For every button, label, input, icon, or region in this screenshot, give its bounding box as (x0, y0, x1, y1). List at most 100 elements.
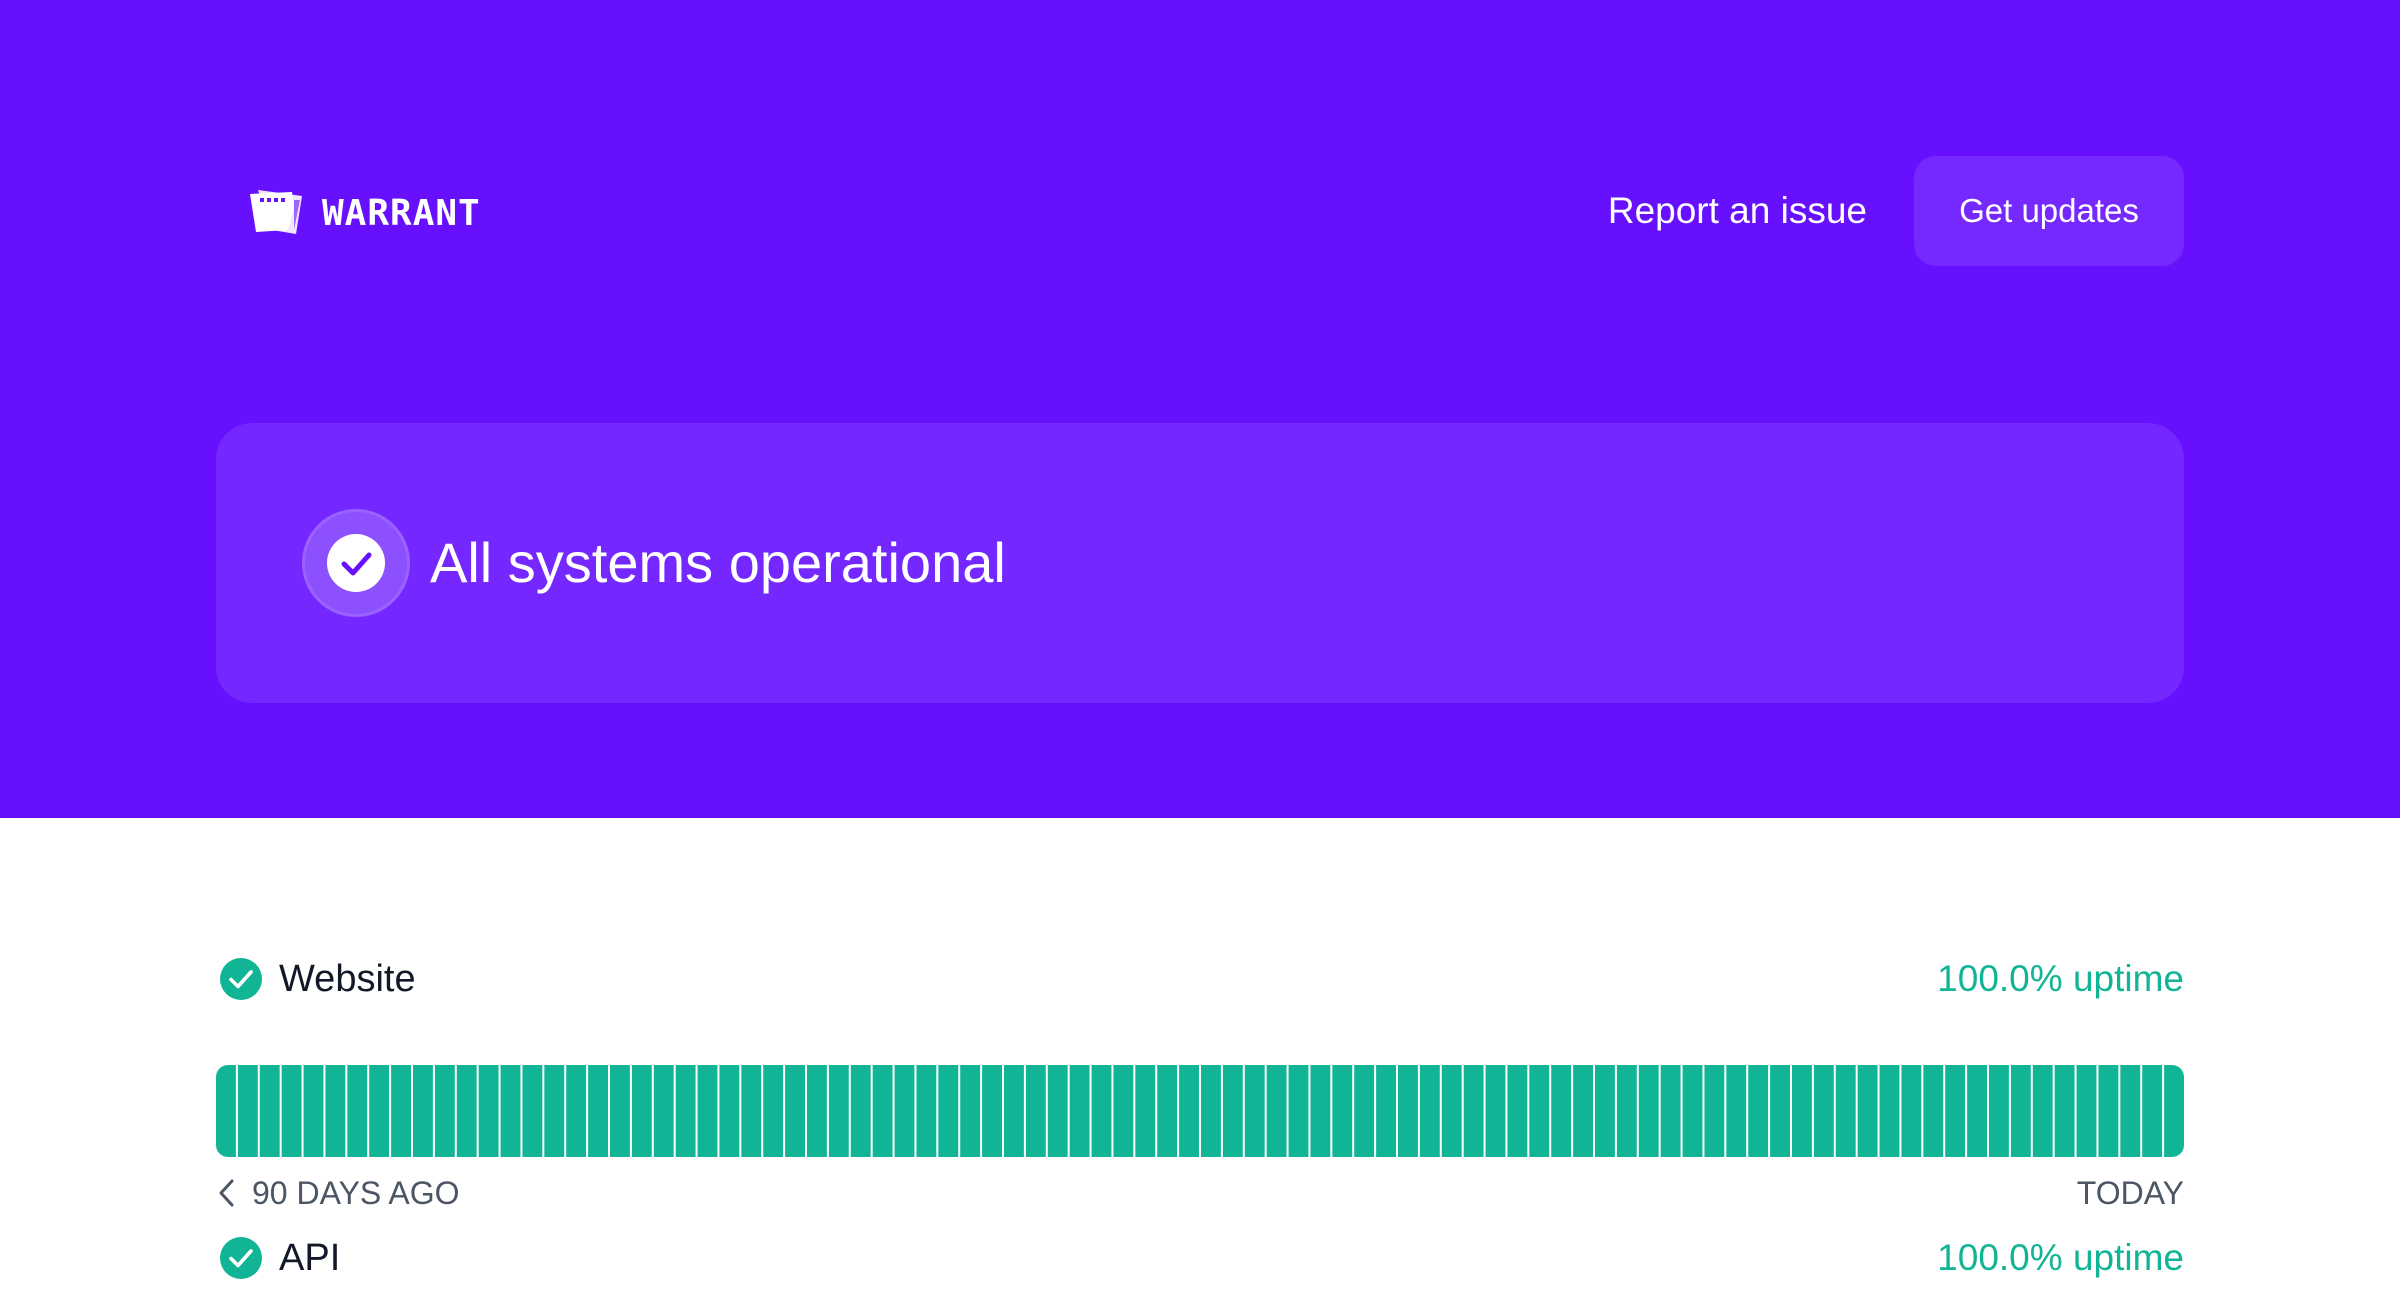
uptime-day-segment[interactable] (631, 1065, 652, 1157)
uptime-day-segment[interactable] (369, 1065, 390, 1157)
uptime-day-segment[interactable] (434, 1065, 455, 1157)
component-uptime: 100.0% uptime (1937, 958, 2184, 999)
uptime-day-segment[interactable] (1398, 1065, 1418, 1157)
uptime-day-segment[interactable] (1989, 1065, 2009, 1157)
uptime-day-segment[interactable] (894, 1065, 915, 1157)
uptime-day-segment[interactable] (456, 1065, 477, 1157)
uptime-day-segment[interactable] (2142, 1065, 2163, 1157)
uptime-day-segment[interactable] (1135, 1065, 1156, 1157)
uptime-day-segment[interactable] (1770, 1065, 1790, 1157)
uptime-day-segment[interactable] (1967, 1065, 1987, 1157)
uptime-day-segment[interactable] (1288, 1065, 1309, 1157)
uptime-day-segment[interactable] (1529, 1065, 1550, 1157)
uptime-day-segment[interactable] (1595, 1065, 1615, 1157)
uptime-bar-chart (216, 1065, 2184, 1157)
uptime-day-segment[interactable] (1266, 1065, 1287, 1157)
uptime-day-segment[interactable] (2054, 1065, 2075, 1157)
brand-name: WARRANT (322, 192, 481, 234)
uptime-day-segment[interactable] (763, 1065, 784, 1157)
uptime-day-segment[interactable] (1901, 1065, 1922, 1157)
uptime-day-segment[interactable] (1113, 1065, 1134, 1157)
uptime-day-segment[interactable] (1201, 1065, 1221, 1157)
uptime-day-segment[interactable] (1704, 1065, 1725, 1157)
uptime-day-segment[interactable] (303, 1065, 324, 1157)
uptime-day-segment[interactable] (653, 1065, 674, 1157)
uptime-day-segment[interactable] (1419, 1065, 1440, 1157)
uptime-day-segment[interactable] (1813, 1065, 1834, 1157)
uptime-day-segment[interactable] (850, 1065, 871, 1157)
uptime-day-segment[interactable] (960, 1065, 981, 1157)
uptime-day-segment[interactable] (237, 1065, 258, 1157)
uptime-day-segment[interactable] (1332, 1065, 1353, 1157)
uptime-day-segment[interactable] (1682, 1065, 1703, 1157)
uptime-day-segment[interactable] (347, 1065, 368, 1157)
uptime-day-segment[interactable] (1463, 1065, 1484, 1157)
uptime-day-segment[interactable] (1792, 1065, 1812, 1157)
uptime-day-segment[interactable] (1091, 1065, 1112, 1157)
uptime-day-segment[interactable] (1507, 1065, 1528, 1157)
uptime-day-segment[interactable] (1857, 1065, 1878, 1157)
uptime-day-segment[interactable] (1376, 1065, 1396, 1157)
uptime-day-segment[interactable] (719, 1065, 740, 1157)
uptime-day-segment[interactable] (2164, 1065, 2184, 1157)
uptime-day-segment[interactable] (1835, 1065, 1856, 1157)
uptime-day-segment[interactable] (697, 1065, 718, 1157)
uptime-day-segment[interactable] (259, 1065, 280, 1157)
uptime-day-segment[interactable] (1047, 1065, 1068, 1157)
uptime-day-segment[interactable] (281, 1065, 302, 1157)
uptime-bar (216, 1065, 2184, 1157)
uptime-day-segment[interactable] (916, 1065, 937, 1157)
uptime-day-segment[interactable] (1726, 1065, 1747, 1157)
uptime-day-segment[interactable] (1069, 1065, 1090, 1157)
uptime-day-segment[interactable] (500, 1065, 521, 1157)
uptime-day-segment[interactable] (785, 1065, 805, 1157)
get-updates-button[interactable]: Get updates (1914, 156, 2184, 266)
uptime-day-segment[interactable] (522, 1065, 543, 1157)
uptime-day-segment[interactable] (2076, 1065, 2097, 1157)
uptime-day-segment[interactable] (544, 1065, 565, 1157)
uptime-day-segment[interactable] (478, 1065, 499, 1157)
uptime-day-segment[interactable] (391, 1065, 411, 1157)
uptime-day-segment[interactable] (1310, 1065, 1331, 1157)
hero-section: WARRANT Report an issue Get updates All … (0, 0, 2400, 818)
uptime-day-segment[interactable] (1157, 1065, 1178, 1157)
uptime-day-segment[interactable] (1004, 1065, 1024, 1157)
uptime-day-segment[interactable] (1551, 1065, 1572, 1157)
uptime-day-segment[interactable] (982, 1065, 1002, 1157)
uptime-day-segment[interactable] (1222, 1065, 1243, 1157)
uptime-day-segment[interactable] (325, 1065, 346, 1157)
uptime-day-segment[interactable] (1244, 1065, 1265, 1157)
uptime-day-segment[interactable] (741, 1065, 762, 1157)
range-start[interactable]: 90 DAYS AGO (216, 1173, 460, 1213)
uptime-day-segment[interactable] (588, 1065, 608, 1157)
uptime-day-segment[interactable] (1616, 1065, 1637, 1157)
uptime-day-segment[interactable] (1354, 1065, 1375, 1157)
uptime-day-segment[interactable] (675, 1065, 696, 1157)
uptime-day-segment[interactable] (1638, 1065, 1659, 1157)
brand-logo-link[interactable]: WARRANT (248, 188, 481, 238)
uptime-day-segment[interactable] (1879, 1065, 1900, 1157)
component-website: Website 100.0% uptime 90 DAYS AGO TODAY (216, 957, 2184, 1211)
uptime-day-segment[interactable] (938, 1065, 959, 1157)
uptime-day-segment[interactable] (1748, 1065, 1769, 1157)
uptime-day-segment[interactable] (828, 1065, 849, 1157)
uptime-day-segment[interactable] (1485, 1065, 1506, 1157)
uptime-day-segment[interactable] (2098, 1065, 2119, 1157)
uptime-day-segment[interactable] (1179, 1065, 1199, 1157)
uptime-day-segment[interactable] (1923, 1065, 1944, 1157)
uptime-day-segment[interactable] (1025, 1065, 1046, 1157)
uptime-day-segment[interactable] (1945, 1065, 1966, 1157)
uptime-day-segment[interactable] (2120, 1065, 2141, 1157)
uptime-day-segment[interactable] (2032, 1065, 2053, 1157)
uptime-day-segment[interactable] (872, 1065, 893, 1157)
uptime-day-segment[interactable] (1660, 1065, 1681, 1157)
uptime-day-segment[interactable] (413, 1065, 433, 1157)
uptime-day-segment[interactable] (1573, 1065, 1593, 1157)
uptime-day-segment[interactable] (216, 1065, 236, 1157)
uptime-day-segment[interactable] (807, 1065, 827, 1157)
uptime-day-segment[interactable] (1441, 1065, 1462, 1157)
uptime-day-segment[interactable] (566, 1065, 587, 1157)
report-issue-link[interactable]: Report an issue (1608, 189, 1867, 233)
uptime-day-segment[interactable] (2010, 1065, 2031, 1157)
uptime-day-segment[interactable] (610, 1065, 630, 1157)
